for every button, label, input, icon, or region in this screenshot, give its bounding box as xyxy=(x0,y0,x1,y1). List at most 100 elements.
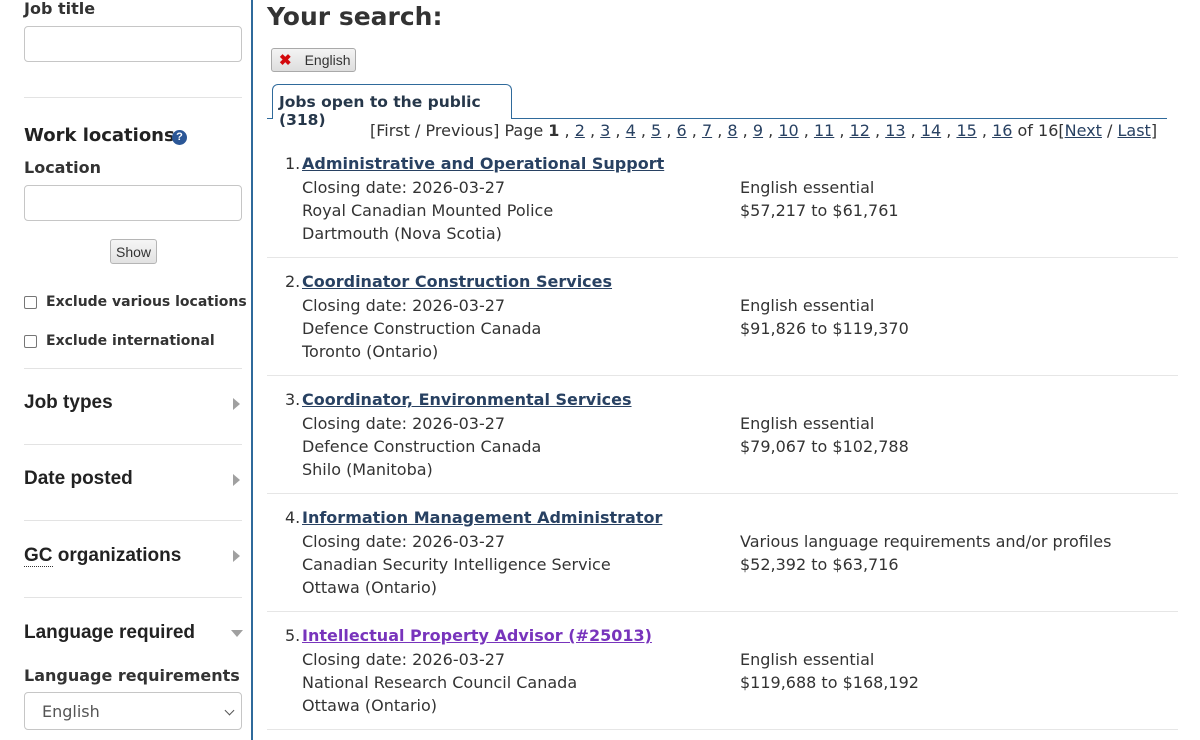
job-title-link[interactable]: Coordinator Construction Services xyxy=(302,272,612,291)
organization: Defence Construction Canada xyxy=(302,437,542,456)
language-requirements-select[interactable]: English xyxy=(24,692,242,730)
language-select-value: English xyxy=(42,702,100,721)
pagination-page-link[interactable]: 6 xyxy=(677,121,687,140)
remove-filter-english-button[interactable]: ✖ English xyxy=(271,48,356,72)
pagination-comma: , xyxy=(610,121,626,140)
pagination-page-link[interactable]: 4 xyxy=(626,121,636,140)
pagination-comma: , xyxy=(559,121,575,140)
salary-range: $52,392 to $63,716 xyxy=(740,555,899,574)
closing-date: Closing date: 2026-03-27 xyxy=(302,414,506,433)
pagination-page-link[interactable]: 13 xyxy=(885,121,905,140)
pagination-page-links: , 2 , 3 , 4 , 5 , 6 , 7 , 8 , 9 , 10 , 1… xyxy=(559,121,1017,140)
pagination-page-link[interactable]: 12 xyxy=(850,121,870,140)
gc-abbreviation: GC xyxy=(24,545,53,567)
pagination: [First / Previous] Page 1 , 2 , 3 , 4 , … xyxy=(370,121,1157,140)
job-result-item: 1. Administrative and Operational Support… xyxy=(267,152,1178,258)
exclude-international-label[interactable]: Exclude international xyxy=(46,333,215,349)
pagination-page-link[interactable]: 3 xyxy=(600,121,610,140)
closing-date: Closing date: 2026-03-27 xyxy=(302,178,506,197)
pagination-page-link[interactable]: 15 xyxy=(956,121,976,140)
job-location: Shilo (Manitoba) xyxy=(302,460,433,479)
job-title-link[interactable]: Administrative and Operational Support xyxy=(302,154,664,173)
pagination-separator: / xyxy=(415,121,421,140)
pagination-page-link[interactable]: 14 xyxy=(921,121,941,140)
organization: Canadian Security Intelligence Service xyxy=(302,555,611,574)
page-title: Your search: xyxy=(267,2,443,31)
organization: Defence Construction Canada xyxy=(302,319,542,338)
pagination-comma: , xyxy=(834,121,850,140)
pagination-page-link[interactable]: 7 xyxy=(702,121,712,140)
salary-range: $119,688 to $168,192 xyxy=(740,673,919,692)
closing-date: Closing date: 2026-03-27 xyxy=(302,650,506,669)
job-title-label: Job title xyxy=(24,0,96,18)
divider xyxy=(24,368,242,369)
pagination-current-page: 1 xyxy=(548,121,560,140)
language-requirements-label: Language requirements xyxy=(24,666,240,685)
job-title-input[interactable] xyxy=(24,26,242,62)
organization: National Research Council Canada xyxy=(302,673,578,692)
help-icon[interactable]: ? xyxy=(172,130,187,145)
job-location: Ottawa (Ontario) xyxy=(302,578,438,597)
search-results-main: Your search: ✖ English Jobs open to the … xyxy=(253,0,1200,740)
job-location: Ottawa (Ontario) xyxy=(302,696,438,715)
expand-arrow-icon[interactable] xyxy=(233,474,240,486)
pagination-next-link[interactable]: Next xyxy=(1065,121,1102,140)
pagination-page-link[interactable]: 9 xyxy=(753,121,763,140)
pagination-page-link[interactable]: 2 xyxy=(575,121,585,140)
pagination-of-total: of 16 xyxy=(1017,121,1059,140)
show-button[interactable]: Show xyxy=(110,239,157,264)
job-title-link[interactable]: Information Management Administrator xyxy=(302,508,662,527)
divider xyxy=(24,597,242,598)
tab-jobs-open-to-public[interactable]: Jobs open to the public (318) xyxy=(272,84,512,129)
closing-date: Closing date: 2026-03-27 xyxy=(302,296,506,315)
salary-range: $91,826 to $119,370 xyxy=(740,319,909,338)
pagination-comma: , xyxy=(686,121,702,140)
exclude-international-row[interactable]: Exclude international xyxy=(24,333,215,349)
pagination-page-link[interactable]: 10 xyxy=(778,121,798,140)
expand-arrow-icon[interactable] xyxy=(233,398,240,410)
collapse-arrow-icon[interactable] xyxy=(231,630,243,637)
pagination-page-link[interactable]: 11 xyxy=(814,121,834,140)
divider xyxy=(24,444,242,445)
salary-range: $79,067 to $102,788 xyxy=(740,437,909,456)
pagination-last-link[interactable]: Last xyxy=(1118,121,1151,140)
pagination-page-link[interactable]: 8 xyxy=(727,121,737,140)
language-required-toggle[interactable]: Language required xyxy=(24,622,195,644)
pagination-comma: , xyxy=(763,121,779,140)
language-requirement: English essential xyxy=(740,178,875,197)
location-input[interactable] xyxy=(24,185,242,221)
exclude-various-checkbox[interactable] xyxy=(24,295,37,309)
gc-organizations-toggle[interactable]: GC organizations xyxy=(24,545,181,567)
language-requirement: English essential xyxy=(740,650,875,669)
job-title-link[interactable]: Coordinator, Environmental Services xyxy=(302,390,632,409)
language-requirement: English essential xyxy=(740,296,875,315)
location-label: Location xyxy=(24,158,101,177)
work-locations-heading: Work locations xyxy=(24,125,175,146)
job-title-link[interactable]: Intellectual Property Advisor (#25013) xyxy=(302,626,652,645)
chevron-down-icon xyxy=(224,705,235,716)
job-result-item: 2. Coordinator Construction Services Closi… xyxy=(267,270,1178,376)
exclude-international-checkbox[interactable] xyxy=(24,334,37,348)
pagination-page-link[interactable]: 5 xyxy=(651,121,661,140)
expand-arrow-icon[interactable] xyxy=(233,550,240,562)
pagination-page-word: Page xyxy=(504,121,544,140)
date-posted-toggle[interactable]: Date posted xyxy=(24,468,133,490)
job-result-item: 4. Information Management Administrator Cl… xyxy=(267,506,1178,612)
job-types-toggle[interactable]: Job types xyxy=(24,392,113,414)
job-result-item: 5. Intellectual Property Advisor (#25013)… xyxy=(267,624,1178,730)
exclude-various-row[interactable]: Exclude various locations xyxy=(24,294,247,310)
salary-range: $57,217 to $61,761 xyxy=(740,201,899,220)
divider xyxy=(24,520,242,521)
pagination-comma: , xyxy=(941,121,957,140)
job-location: Dartmouth (Nova Scotia) xyxy=(302,224,502,243)
filter-chip-label: English xyxy=(304,52,351,68)
pagination-page-link[interactable]: 16 xyxy=(992,121,1012,140)
exclude-various-label[interactable]: Exclude various locations xyxy=(46,294,247,310)
result-number: 1. xyxy=(285,154,301,173)
closing-date: Closing date: 2026-03-27 xyxy=(302,532,506,551)
pagination-comma: , xyxy=(976,121,993,140)
pagination-close-bracket: ] xyxy=(1150,121,1158,140)
gc-organizations-label: organizations xyxy=(52,545,182,566)
results-list: 1. Administrative and Operational Support… xyxy=(267,152,1178,730)
pagination-comma: , xyxy=(584,121,601,140)
